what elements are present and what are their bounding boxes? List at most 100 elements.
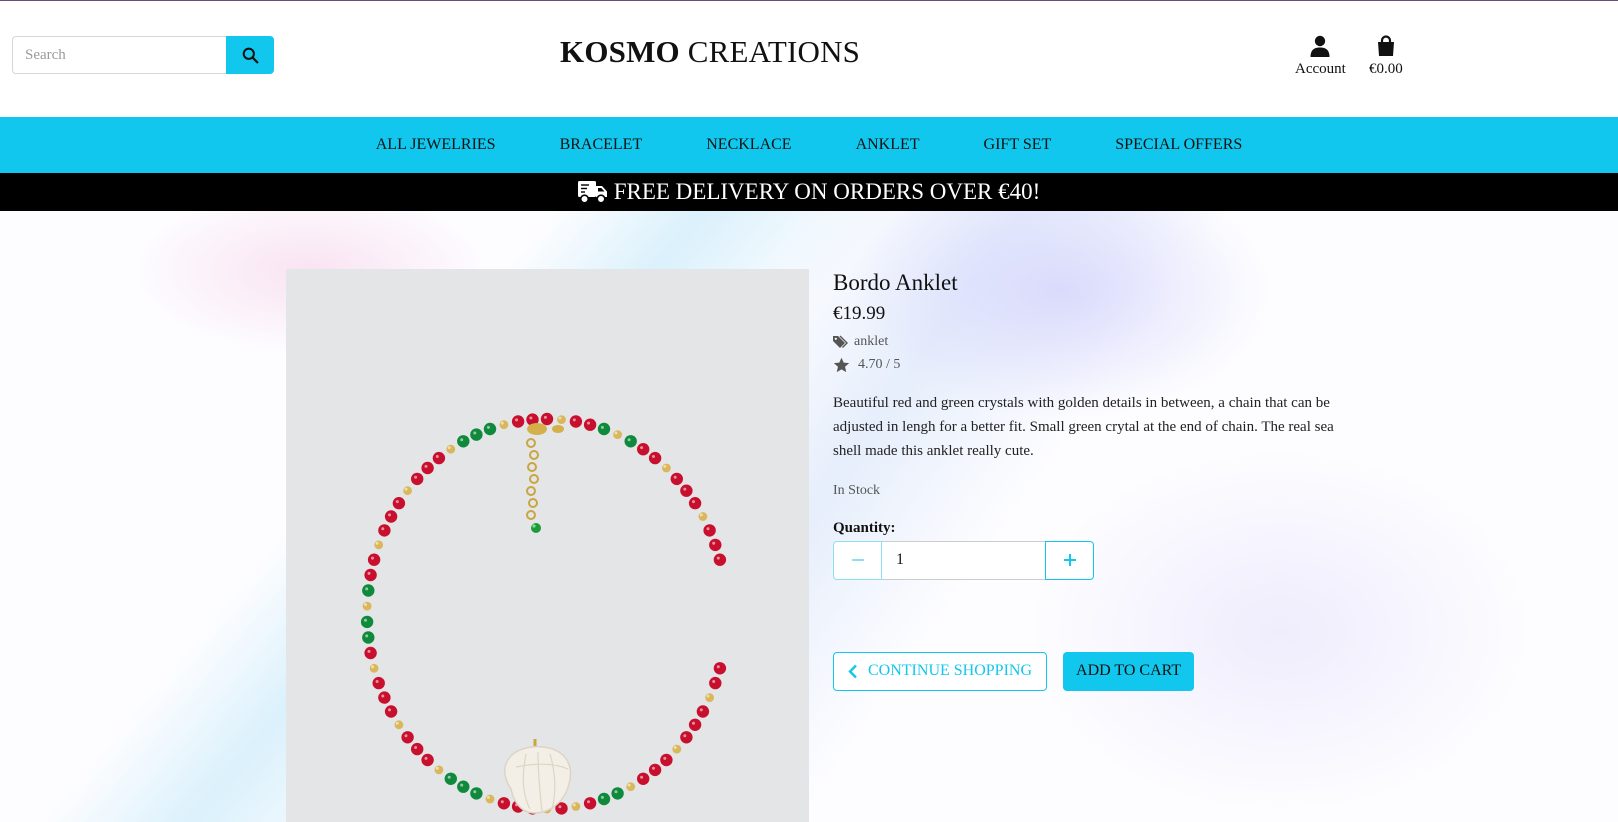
bead-highlight — [600, 795, 604, 799]
bead-highlight — [435, 766, 439, 770]
bead-highlight — [371, 556, 374, 560]
anklet-bead — [713, 662, 727, 675]
bead-highlight — [404, 734, 408, 738]
anklet-bead — [392, 497, 406, 510]
anklet-bead — [403, 486, 412, 496]
category-label: anklet — [854, 333, 889, 349]
bead-highlight — [572, 418, 576, 422]
nav-item-bracelet[interactable]: BRACELET — [560, 136, 643, 154]
cart-link[interactable]: €0.00 — [1369, 35, 1403, 78]
cart-total: €0.00 — [1369, 61, 1403, 77]
anklet-bead — [374, 540, 384, 550]
bead-highlight — [381, 694, 385, 698]
bead-highlight — [558, 805, 562, 809]
nav-item-all-jewelries[interactable]: ALL JEWELRIES — [376, 136, 496, 154]
bead-highlight — [395, 721, 399, 725]
anklet-bead — [511, 415, 525, 428]
continue-shopping-button[interactable]: CONTINUE SHOPPING — [833, 651, 1048, 691]
anklet-bead — [698, 512, 708, 521]
stock-status: In Stock — [833, 482, 881, 498]
bead-highlight — [435, 455, 439, 458]
anklet-bead — [434, 765, 444, 775]
bead-highlight — [683, 487, 687, 491]
bead-highlight — [375, 541, 379, 545]
site-header: KOSMO CREATIONS Account €0.00 — [0, 1, 1618, 117]
bead-highlight — [364, 603, 367, 606]
anklet-bead — [648, 451, 662, 465]
anklet-bead — [571, 802, 581, 811]
bead-highlight — [600, 425, 604, 429]
bead-highlight — [500, 800, 504, 804]
brand-name-bold: KOSMO — [560, 34, 680, 69]
nav-item-special-offers[interactable]: SPECIAL OFFERS — [1115, 136, 1242, 154]
bead-highlight — [627, 783, 631, 787]
bead-highlight — [712, 680, 716, 683]
bead-highlight — [572, 803, 576, 807]
product-price: €19.99 — [833, 302, 886, 324]
brand-logo[interactable]: KOSMO CREATIONS — [560, 34, 860, 70]
anklet-bead — [446, 444, 456, 454]
search-form — [12, 36, 274, 74]
nav-item-gift-set[interactable]: GIFT SET — [984, 136, 1052, 154]
bead-highlight — [364, 618, 367, 622]
add-to-cart-button[interactable]: ADD TO CART — [1063, 651, 1195, 691]
anklet-bead — [540, 412, 554, 426]
anklet-bead — [713, 553, 727, 566]
anklet-bead — [394, 720, 404, 730]
shopping-bag-icon — [1377, 35, 1394, 56]
bead-highlight — [652, 766, 655, 770]
nav-item-anklet[interactable]: ANKLET — [856, 136, 920, 154]
bead-highlight — [424, 756, 428, 760]
bead-highlight — [460, 783, 464, 787]
product-actions: CONTINUE SHOPPING ADD TO CART — [833, 651, 1353, 691]
bead-highlight — [447, 775, 451, 779]
bead-highlight — [614, 431, 618, 435]
bead-highlight — [640, 446, 644, 450]
anklet-bead — [364, 646, 377, 660]
decrement-button[interactable] — [833, 540, 882, 580]
bead-highlight — [500, 421, 504, 425]
bead-highlight — [404, 487, 408, 491]
bead-highlight — [699, 708, 703, 712]
account-link[interactable]: Account — [1295, 35, 1346, 78]
anklet-bead — [384, 510, 398, 523]
search-button[interactable] — [226, 36, 274, 74]
anklet-bead — [470, 428, 483, 441]
anklet-bead — [637, 443, 650, 456]
bead-highlight — [699, 513, 703, 517]
product-detail-section: Bordo Anklet €19.99 anklet 4.70 / 5 Beau… — [0, 211, 1618, 822]
increment-button[interactable] — [1045, 540, 1094, 580]
anklet-bead — [709, 538, 722, 552]
product-info: Bordo Anklet €19.99 anklet 4.70 / 5 Beau… — [833, 269, 1353, 691]
promo-banner: FREE DELIVERY ON ORDERS OVER €40! — [0, 173, 1618, 211]
bead-highlight — [640, 775, 644, 779]
anklet-bead — [470, 787, 483, 800]
anklet-bead — [597, 422, 611, 436]
anklet-bead — [613, 430, 622, 439]
bead-highlight — [716, 665, 720, 669]
quantity-label: Quantity: — [833, 519, 896, 536]
search-input[interactable] — [12, 36, 226, 74]
bead-highlight — [614, 790, 618, 794]
product-category[interactable]: anklet — [833, 334, 1353, 350]
bead-highlight — [460, 438, 464, 442]
anklet-bead — [624, 435, 637, 448]
anklet-bead — [457, 780, 470, 793]
bead-highlight — [371, 665, 374, 669]
bead-highlight — [673, 475, 677, 479]
anklet-bead — [432, 451, 446, 465]
search-icon — [242, 47, 258, 63]
bead-highlight — [381, 527, 385, 531]
anklet-bead — [372, 676, 385, 690]
anklet-bead — [709, 676, 722, 690]
bead-highlight — [395, 500, 399, 504]
chevron-left-icon — [848, 664, 857, 679]
anklet-bead — [611, 787, 624, 800]
anklet-bead — [637, 772, 650, 785]
quantity-input[interactable] — [882, 540, 1045, 580]
anklet-bead — [680, 731, 693, 744]
nav-item-necklace[interactable]: NECKLACE — [706, 136, 791, 154]
bead-highlight — [367, 649, 371, 653]
anklet-bead — [483, 422, 497, 436]
anklet-bead — [401, 731, 414, 744]
